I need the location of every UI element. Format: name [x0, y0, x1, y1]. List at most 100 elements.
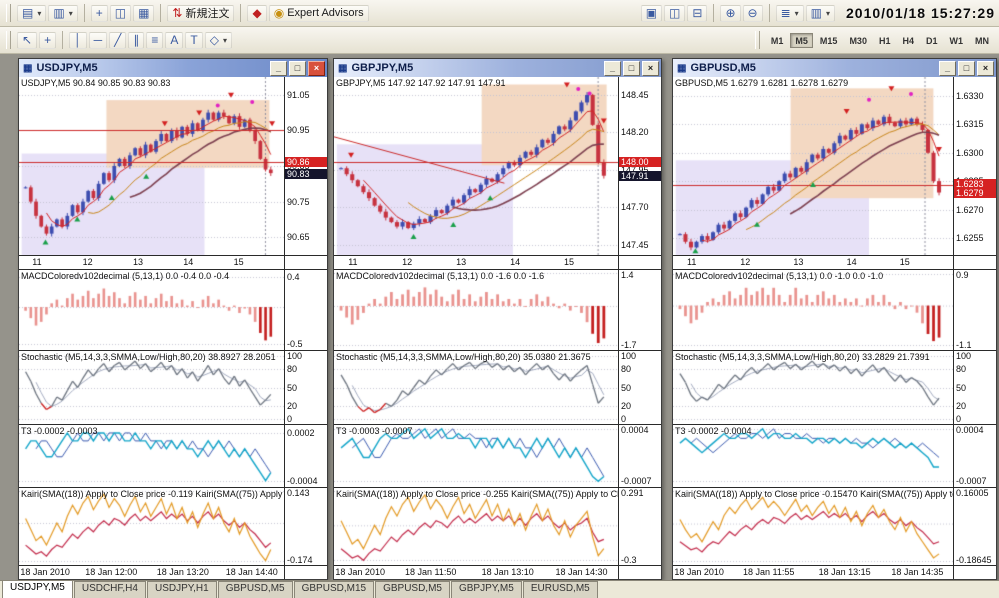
toolbar-grip[interactable] [754, 31, 760, 49]
kairi-scale[interactable]: 0.16005 -0.18645 [953, 488, 996, 565]
date-axis[interactable]: 18 Jan 2010 18 Jan 11:55 18 Jan 13:15 18 Ja… [673, 566, 953, 579]
ohlc-readout: USDJPY,M5 90.84 90.85 90.83 90.83 [21, 78, 171, 88]
date-axis[interactable]: 18 Jan 2010 18 Jan 11:50 18 Jan 13:10 18 Ja… [334, 566, 618, 579]
chart-icon: ▦ [338, 62, 348, 74]
macd-canvas[interactable] [19, 270, 284, 350]
timeframe-m15-button[interactable]: M15 [815, 33, 843, 48]
chart-tab-usdchf-h4[interactable]: USDCHF,H4 [73, 581, 146, 598]
chart-window-titlebar[interactable]: ▦ GBPJPY,M5 _ □ × [334, 59, 661, 77]
t3-scale[interactable]: 0.0004 -0.0007 [618, 425, 661, 487]
cascade-windows-button[interactable]: ◫ [664, 4, 686, 22]
indicators-list-button[interactable]: ≣ ▾ [775, 4, 804, 22]
chart-window-titlebar[interactable]: ▦ USDJPY,M5 _ □ × [19, 59, 327, 77]
macd-scale[interactable]: 1.4 -1.7 [618, 270, 661, 350]
timeframe-mn-button[interactable]: MN [970, 33, 994, 48]
close-button[interactable]: × [308, 60, 325, 76]
restore-button[interactable]: □ [289, 60, 306, 76]
text-button[interactable]: A [165, 31, 184, 49]
stochastic-scale[interactable]: 100 80 50 20 0 [618, 351, 661, 424]
data-window-button[interactable]: ◫ [109, 4, 132, 22]
timeframe-w1-button[interactable]: W1 [945, 33, 969, 48]
kairi-canvas[interactable] [673, 488, 953, 565]
toolbar-grip[interactable] [6, 31, 11, 49]
zoom-out-button[interactable]: ⊖ [742, 4, 763, 22]
minimize-button[interactable]: _ [939, 60, 956, 76]
kairi-scale[interactable]: 0.291 -0.3 [618, 488, 661, 565]
price-chart-canvas[interactable] [19, 77, 284, 255]
chart-window-titlebar[interactable]: ▦ GBPUSD,M5 _ □ × [673, 59, 996, 77]
text-label-button[interactable]: T [185, 31, 203, 49]
chart-tab-eurusd-m5[interactable]: EURUSD,M5 [522, 581, 598, 598]
timeframe-h1-button[interactable]: H1 [874, 33, 896, 48]
stochastic-scale[interactable]: 100 80 50 20 0 [284, 351, 327, 424]
chart-tab-usdjpy-m5[interactable]: USDJPY,M5 [2, 580, 73, 598]
vertical-line-button[interactable]: │ [69, 31, 87, 49]
t3-scale[interactable]: 0.0002 -0.0004 [284, 425, 327, 487]
chart-tab-usdjpy-h1[interactable]: USDJPY,H1 [146, 581, 217, 598]
price-scale[interactable]: 148.45 148.20 147.95 147.70 147.45 148.00 147.… [618, 77, 661, 255]
cursor-button[interactable]: ↖ [17, 31, 38, 49]
minimize-button[interactable]: _ [270, 60, 287, 76]
new-chart-button[interactable]: ▤ ▾ [17, 4, 47, 22]
timeframe-h4-button[interactable]: H4 [897, 33, 919, 48]
minimize-button[interactable]: _ [604, 60, 621, 76]
equidistant-channel-button[interactable]: ∥ [128, 31, 145, 49]
price-scale[interactable]: 1.63301.63151.63001.62851.62701.62551.62… [953, 77, 996, 255]
chart-tab-gbpusd-m5[interactable]: GBPUSD,M5 [375, 581, 450, 598]
price-chart-canvas[interactable] [673, 77, 953, 255]
timeframe-m30-button[interactable]: M30 [844, 33, 872, 48]
navigator-icon: ▦ [138, 6, 150, 20]
hour-axis[interactable]: 11 12 13 14 15 [334, 256, 618, 269]
price-chart-canvas[interactable] [334, 77, 618, 255]
horizontal-line-button[interactable]: ─ [88, 31, 108, 49]
alerts-button[interactable]: ◆ [247, 4, 267, 22]
expert-advisors-button[interactable]: ◉ Expert Advisors [268, 4, 369, 22]
close-button[interactable]: × [977, 60, 994, 76]
date-axis[interactable]: 18 Jan 2010 18 Jan 12:00 18 Jan 13:20 18 Ja… [19, 566, 284, 579]
timeframe-d1-button[interactable]: D1 [921, 33, 943, 48]
close-button[interactable]: × [642, 60, 659, 76]
arrows-button[interactable]: ◇ ▾ [204, 31, 232, 49]
new-order-button[interactable]: ⇅ 新規注文 [167, 4, 235, 22]
arrange-icons-button[interactable]: ⊟ [687, 4, 708, 22]
hour-axis[interactable]: 11 12 13 14 15 [673, 256, 953, 269]
toolbar-separator [83, 4, 85, 22]
chart-tab-gbpusd-m15[interactable]: GBPUSD,M15 [293, 581, 375, 598]
kairi-canvas[interactable] [334, 488, 618, 565]
macd-scale[interactable]: 0.4 -0.5 [284, 270, 327, 350]
toolbar-grip[interactable] [6, 4, 11, 22]
hour-label: 12 [82, 257, 93, 267]
kairi-scale[interactable]: 0.143 -0.174 [284, 488, 327, 565]
macd-scale[interactable]: 0.9 -1.1 [953, 270, 996, 350]
market-watch-button[interactable]: + [90, 4, 108, 22]
stochastic-scale[interactable]: 100 80 50 20 0 [953, 351, 996, 424]
price-scale[interactable]: 91.0590.9590.8590.7590.6590.8690.83 [284, 77, 327, 255]
tile-windows-button[interactable]: ▣ [640, 4, 663, 22]
t3-pane: T3 -0.0002 -0.0003 [19, 425, 284, 487]
hour-label: 13 [793, 257, 804, 267]
chart-tab-gbpjpy-m5[interactable]: GBPJPY,M5 [450, 581, 522, 598]
navigator-button[interactable]: ▦ [133, 4, 155, 22]
t3-scale[interactable]: 0.0004 -0.0007 [953, 425, 996, 487]
restore-button[interactable]: □ [623, 60, 640, 76]
kairi-canvas[interactable] [19, 488, 284, 565]
timeframe-m5-button[interactable]: M5 [790, 32, 813, 48]
trendline-button[interactable]: ╱ [109, 31, 127, 49]
scale-tick: 1.6315 [956, 119, 984, 130]
macd-canvas[interactable] [334, 270, 618, 350]
chart-tab-gbpusd-m5[interactable]: GBPUSD,M5 [217, 581, 293, 598]
restore-button[interactable]: □ [958, 60, 975, 76]
timeframe-m1-button[interactable]: M1 [766, 33, 789, 48]
drawing-tools-group: ↖ + │ ─ ╱ ∥ ≡ A T ◇ ▾ [16, 31, 233, 49]
chart-window-title: GBPUSD,M5 [690, 62, 756, 74]
crosshair-button[interactable]: + [39, 31, 57, 49]
profiles-button[interactable]: ▥ ▾ [48, 4, 78, 22]
axis-scale-stub [618, 566, 661, 579]
hour-axis[interactable]: 11 12 13 14 15 [19, 256, 284, 269]
scale-tick: 0.0004 [956, 425, 984, 435]
fibonacci-retracement-button[interactable]: ≡ [146, 31, 164, 49]
templates-button[interactable]: ▥ ▾ [805, 4, 835, 22]
macd-canvas[interactable] [673, 270, 953, 350]
zoom-in-button[interactable]: ⊕ [720, 4, 741, 22]
drawing-toolbar: ↖ + │ ─ ╱ ∥ ≡ A T ◇ ▾ M1 M5 M15 M30 H1 H4 D1 W1 MN [0, 27, 999, 54]
